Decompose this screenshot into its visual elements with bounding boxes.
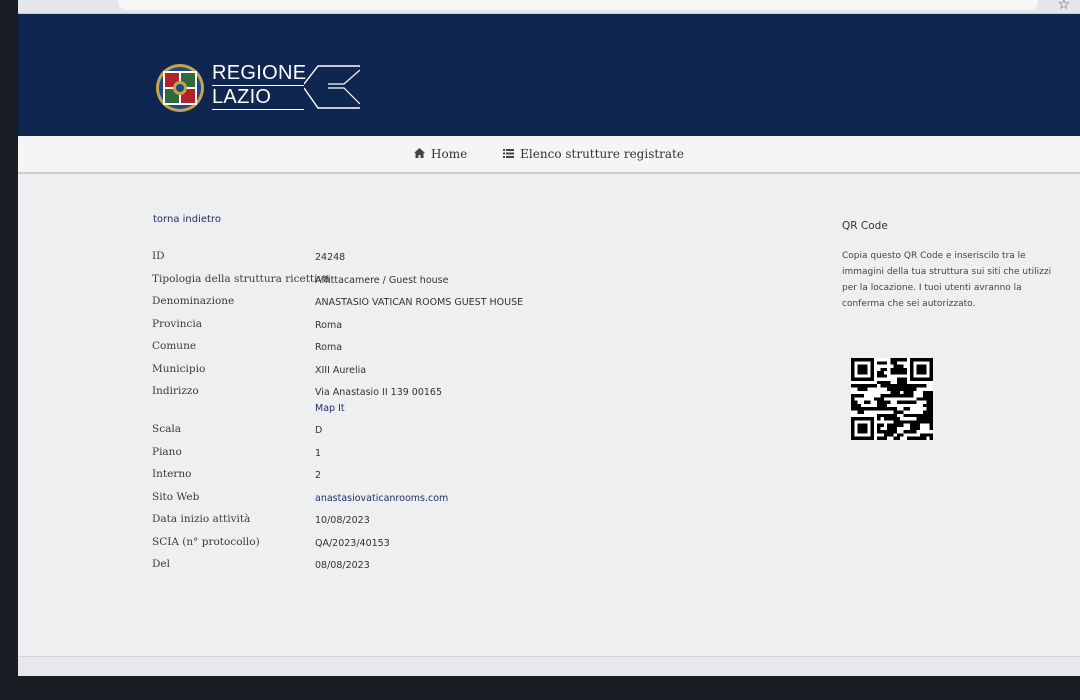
field-label: Municipio bbox=[152, 362, 206, 375]
field-value: 1 bbox=[315, 447, 322, 459]
row-comune: Comune Roma bbox=[152, 338, 672, 361]
field-label: Indirizzo bbox=[152, 385, 199, 397]
nav-home-label: Home bbox=[431, 147, 468, 161]
row-provincia: Provincia Roma bbox=[152, 316, 672, 339]
row-scia: SCIA (n° protocollo) QA/2023/40153 bbox=[152, 534, 672, 557]
nav-elenco-label: Elenco strutture registrate bbox=[520, 147, 684, 161]
field-label: Interno bbox=[152, 468, 192, 480]
row-piano: Piano 1 bbox=[152, 444, 672, 467]
field-value: ANASTASIO VATICAN ROOMS GUEST HOUSE bbox=[315, 297, 524, 308]
row-interno: Interno 2 bbox=[152, 466, 672, 489]
field-label: SCIA (n° protocollo) bbox=[152, 535, 260, 548]
field-label: Tipologia della struttura ricettiva bbox=[152, 272, 330, 285]
address-bar[interactable] bbox=[118, 0, 1038, 10]
logo-line-lazio: LAZIO bbox=[212, 86, 304, 110]
bookmark-star-icon[interactable]: ☆ bbox=[1057, 0, 1070, 13]
field-value: 08/08/2023 bbox=[315, 560, 370, 571]
website-link[interactable]: anastasiovaticanrooms.com bbox=[315, 493, 448, 504]
row-municipio: Municipio XIII Aurelia bbox=[152, 361, 672, 384]
logo-chevron-lines-icon bbox=[304, 65, 360, 109]
nav-item-home[interactable]: Home bbox=[414, 147, 467, 161]
home-icon bbox=[414, 147, 425, 161]
site-header: REGIONE LAZIO bbox=[18, 14, 1080, 136]
field-value: Roma bbox=[315, 342, 343, 353]
main-nav: Home Elenco strutture registrate bbox=[18, 136, 1080, 174]
field-value: D bbox=[315, 425, 323, 436]
field-value: XIII Aurelia bbox=[315, 364, 367, 376]
list-icon bbox=[503, 147, 515, 161]
field-value: Affittacamere / Guest house bbox=[315, 274, 449, 286]
browser-toolbar: ☆ bbox=[18, 0, 1080, 14]
row-tipologia: Tipologia della struttura ricettiva Affi… bbox=[152, 271, 672, 294]
field-label: Del bbox=[152, 558, 170, 570]
field-label: Comune bbox=[152, 340, 197, 352]
field-value: 2 bbox=[315, 470, 322, 481]
field-label: ID bbox=[152, 250, 165, 262]
row-id: ID 24248 bbox=[152, 248, 672, 271]
regione-lazio-emblem-icon bbox=[156, 64, 204, 112]
map-it-link[interactable]: Map It bbox=[315, 403, 345, 414]
field-value: Via Anastasio II 139 00165 bbox=[315, 387, 443, 398]
field-label: Piano bbox=[152, 445, 182, 458]
screen: ☆ REGIONE LAZIO Home Elenco strutture re… bbox=[18, 0, 1080, 676]
row-indirizzo: Indirizzo Via Anastasio II 139 00165 Map… bbox=[152, 383, 672, 421]
qr-code-image[interactable] bbox=[851, 358, 933, 440]
logo-line-regione: REGIONE bbox=[212, 62, 307, 86]
qr-title: QR Code bbox=[842, 220, 888, 232]
field-label: Denominazione bbox=[152, 295, 235, 307]
page-footer bbox=[18, 656, 1080, 676]
field-value: Roma bbox=[315, 319, 343, 331]
logo-wordmark: REGIONE LAZIO bbox=[212, 62, 307, 110]
row-scala: Scala D bbox=[152, 421, 672, 444]
back-link[interactable]: torna indietro bbox=[153, 214, 221, 225]
qr-description: Copia questo QR Code e inseriscilo tra l… bbox=[842, 251, 1052, 309]
row-denominazione: Denominazione ANASTASIO VATICAN ROOMS GU… bbox=[152, 293, 672, 316]
field-label: Data inizio attività bbox=[152, 513, 251, 525]
details-table: ID 24248 Tipologia della struttura ricet… bbox=[152, 248, 672, 579]
field-value: 10/08/2023 bbox=[315, 515, 370, 526]
field-value: 24248 bbox=[315, 252, 346, 263]
qr-panel: QR Code Copia questo QR Code e inserisci… bbox=[842, 220, 1062, 440]
main-content: torna indietro ID 24248 Tipologia della … bbox=[18, 176, 1080, 656]
row-del: Del 08/08/2023 bbox=[152, 556, 672, 579]
row-sito-web: Sito Web anastasiovaticanrooms.com bbox=[152, 489, 672, 512]
row-data-inizio: Data inizio attività 10/08/2023 bbox=[152, 511, 672, 534]
regione-lazio-logo[interactable]: REGIONE LAZIO bbox=[154, 60, 360, 116]
nav-item-elenco-strutture[interactable]: Elenco strutture registrate bbox=[503, 147, 684, 161]
field-label: Sito Web bbox=[152, 490, 200, 503]
field-label: Provincia bbox=[152, 317, 202, 330]
field-label: Scala bbox=[152, 423, 181, 435]
field-value: QA/2023/40153 bbox=[315, 537, 390, 549]
